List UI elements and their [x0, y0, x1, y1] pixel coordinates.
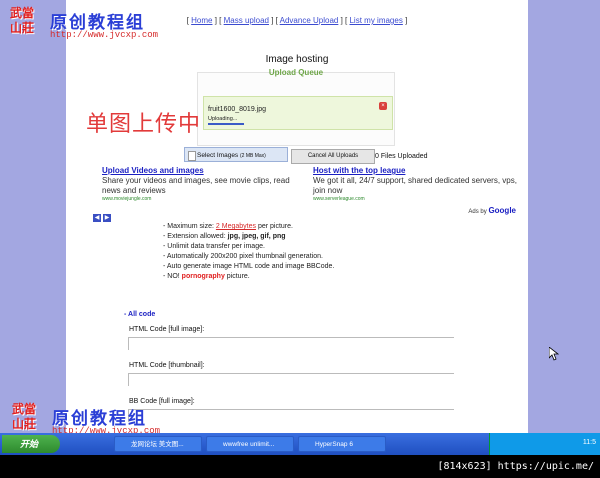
html-full-field[interactable]: [128, 337, 454, 350]
file-icon: [188, 151, 196, 161]
queue-title: Upload Queue: [268, 68, 324, 77]
feature-list: - Maximum size: 2 Megabytes per picture.…: [163, 222, 334, 282]
html-thumb-label: HTML Code [thumbnail]:: [129, 362, 205, 369]
browser-page: [ Home ] [ Mass upload ] [ Advance Uploa…: [66, 0, 528, 433]
image-footer: [814x623] https://upic.me/: [0, 455, 600, 478]
start-label: 开始: [20, 439, 39, 449]
close-icon[interactable]: ×: [379, 102, 387, 110]
ad-body-1: Share your videos and images, see movie …: [102, 176, 290, 195]
upload-filename: fruit1600_8019.jpg: [208, 106, 266, 113]
feature-max-size: - Maximum size: 2 Megabytes per picture.: [163, 223, 293, 230]
feature-thumbnail: - Automatically 200x200 pixel thumbnail …: [163, 253, 323, 260]
google-logo: Google: [488, 206, 516, 215]
nav-home-link[interactable]: Home: [191, 16, 212, 25]
page-title: Image hosting: [265, 54, 329, 65]
html-full-label: HTML Code [full image]:: [129, 326, 205, 333]
start-button[interactable]: 开始: [2, 435, 60, 453]
ads-by-google[interactable]: Ads by Google: [468, 206, 516, 215]
taskbar: 开始 龙网论坛 美文图... wwwfree unlimit... HyperS…: [0, 433, 600, 455]
next-arrow-icon[interactable]: ▶: [103, 214, 111, 222]
ad-url-1[interactable]: www.moviejungle.com: [102, 196, 307, 203]
all-code-link[interactable]: - All code: [124, 311, 155, 318]
select-images-label: Select Images: [197, 152, 239, 159]
nav-mass-upload-link[interactable]: Mass upload: [224, 16, 269, 25]
bb-full-field[interactable]: [128, 409, 454, 422]
taskbar-item-forum[interactable]: 龙网论坛 美文图...: [114, 436, 202, 452]
nav-list-images-link[interactable]: List my images: [349, 16, 402, 25]
uploading-overlay-text: 单图上传中: [86, 112, 202, 137]
feature-extensions: - Extension allowed: jpg, jpeg, gif, png: [163, 233, 286, 240]
seal-logo-bottom: 武當 山莊: [12, 402, 37, 431]
system-tray: 11:5: [489, 433, 600, 455]
desktop: [ Home ] [ Mass upload ] [ Advance Uploa…: [0, 0, 600, 455]
html-thumb-field[interactable]: [128, 373, 454, 386]
cancel-all-button[interactable]: Cancel All Uploads: [291, 149, 375, 164]
ad-headline-2[interactable]: Host with the top league: [313, 166, 518, 176]
taskbar-item-browser[interactable]: wwwfree unlimit...: [206, 436, 294, 452]
select-images-button[interactable]: Select Images (2 MB Max): [184, 147, 288, 162]
select-images-note: (2 MB Max): [240, 153, 266, 159]
upload-status: Uploading...: [208, 116, 238, 122]
taskbar-item-hypersnap[interactable]: HyperSnap 6: [298, 436, 386, 452]
files-uploaded-count: 0 Files Uploaded: [375, 153, 428, 160]
ad-body-2: We got it all, 24/7 support, shared dedi…: [313, 176, 517, 195]
clock: 11:5: [582, 439, 596, 446]
prev-arrow-icon[interactable]: ◀: [93, 214, 101, 222]
ads-by-label: Ads by: [468, 209, 487, 215]
upload-queue: Upload Queue fruit1600_8019.jpg Uploadin…: [197, 68, 395, 146]
ad-nav: ◀ ▶: [93, 206, 113, 224]
feature-unlimited: - Unlimit data transfer per image.: [163, 243, 265, 250]
max-size-link[interactable]: 2 Megabytes: [216, 223, 256, 230]
ad-block-1: Upload Videos and images Share your vide…: [102, 166, 307, 203]
ad-block-2: Host with the top league We got it all, …: [313, 166, 518, 203]
watermark-url: http://www.jvcxp.com: [50, 30, 159, 40]
ad-headline-1[interactable]: Upload Videos and images: [102, 166, 307, 176]
feature-no-porn: - NO! pornography picture.: [163, 273, 250, 280]
upload-progress-bar: [208, 123, 244, 125]
ad-url-2[interactable]: www.serverleague.com: [313, 196, 518, 203]
nav-advance-upload-link[interactable]: Advance Upload: [280, 16, 339, 25]
upload-item: fruit1600_8019.jpg Uploading... ×: [203, 96, 393, 130]
feature-bbcode: - Auto generate image HTML code and imag…: [163, 263, 335, 270]
seal-logo: 武當 山莊: [10, 6, 35, 35]
